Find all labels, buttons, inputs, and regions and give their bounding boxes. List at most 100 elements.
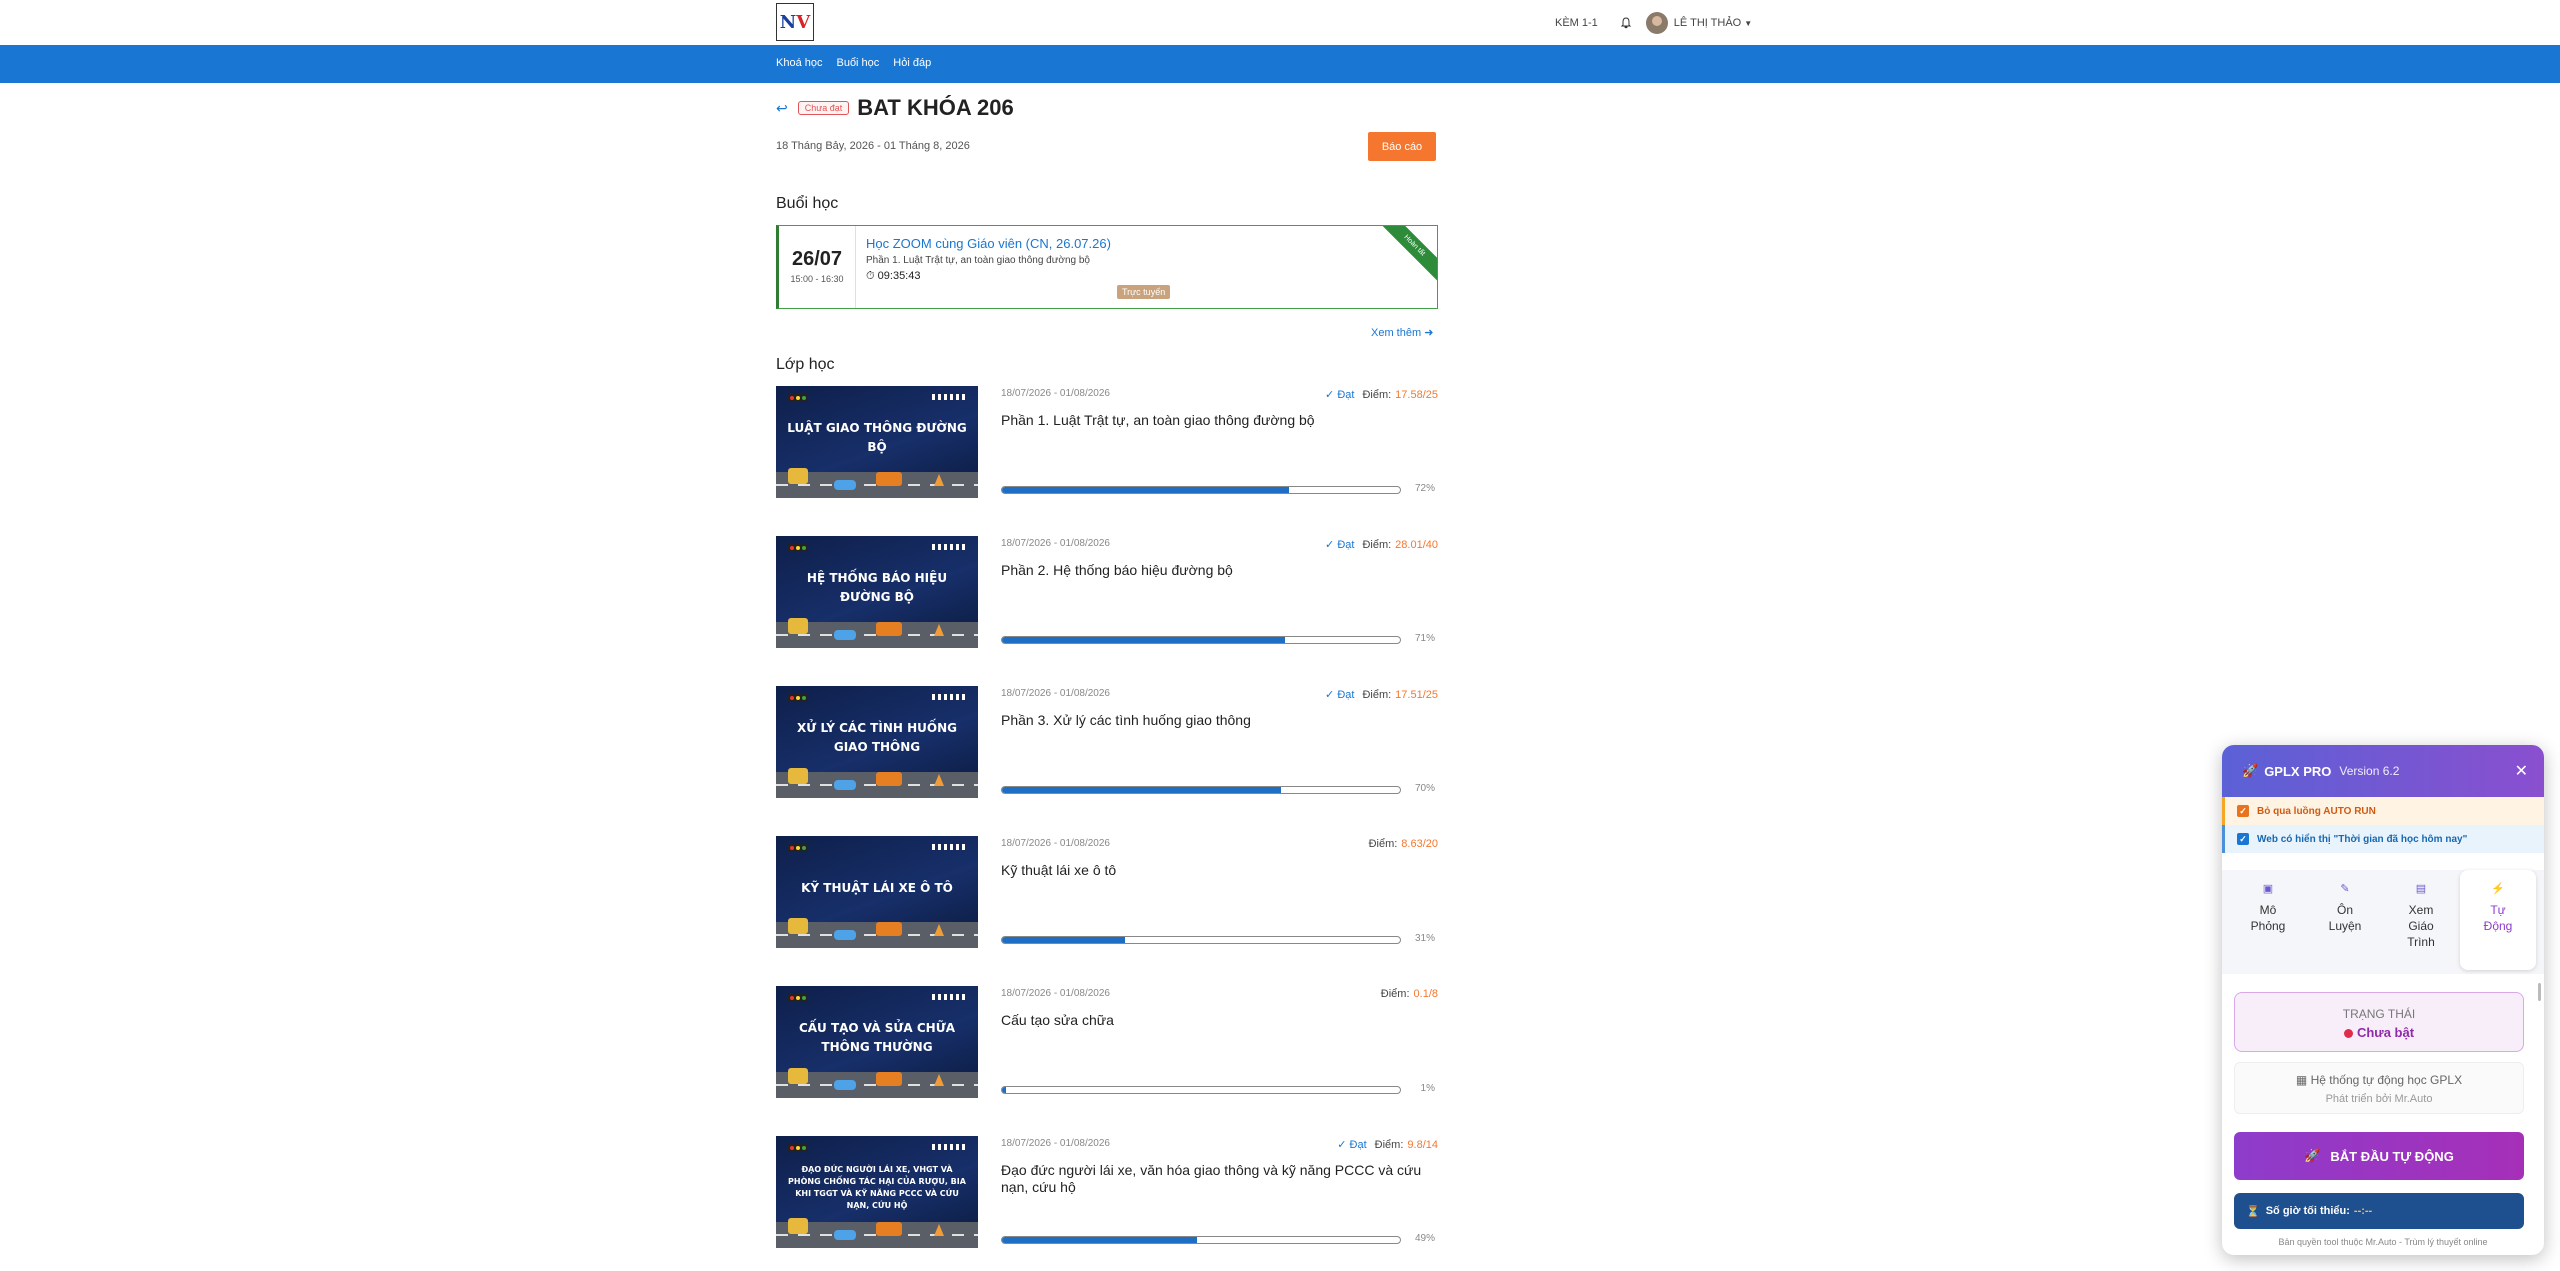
traffic-light-icon — [788, 694, 808, 702]
option-show-time[interactable]: ✓ Web có hiển thị "Thời gian đã học hôm … — [2222, 825, 2544, 853]
truck-icon — [788, 918, 808, 934]
chevron-down-icon[interactable]: ▼ — [1744, 19, 1752, 28]
avatar[interactable] — [1645, 12, 1668, 34]
cone-icon — [934, 474, 944, 486]
status-label: TRẠNG THÁI — [2342, 1007, 2416, 1021]
class-title[interactable]: Phần 2. Hệ thống báo hiệu đường bộ — [1001, 562, 1431, 579]
simulation-icon: ▣ — [2262, 883, 2274, 895]
tab-simulation-label: Mô Phỏng — [2250, 903, 2286, 933]
bus-icon — [876, 772, 902, 786]
cone-icon — [934, 1074, 944, 1086]
class-title[interactable]: Kỹ thuật lái xe ô tô — [1001, 862, 1431, 879]
class-row[interactable]: Đạo đức người lái xe, VHGT và phòng chốn… — [776, 1136, 1438, 1248]
class-thumbnail[interactable]: Luật giao thông đường bộ — [776, 386, 978, 498]
class-thumbnail-text: Hệ thống báo hiệu đường bộ — [806, 571, 948, 604]
tab-auto-label: Tự Động — [2483, 903, 2513, 933]
status-badge: Chưa đạt — [797, 101, 850, 115]
class-title[interactable]: Đạo đức người lái xe, văn hóa giao thông… — [1001, 1162, 1431, 1196]
tab-practice[interactable]: ✎ Ôn Luyện — [2307, 870, 2383, 970]
see-more-link[interactable]: Xem thêm ➜ — [1371, 326, 1433, 339]
class-thumbnail-text: Đạo đức người lái xe, VHGT và phòng chốn… — [788, 1165, 966, 1210]
bus-icon — [876, 1072, 902, 1086]
class-progress-bar — [1001, 636, 1401, 644]
pass-status: ✓ Đạt — [1325, 388, 1354, 401]
bus-icon — [876, 472, 902, 486]
car-icon — [834, 630, 856, 640]
check-icon: ✓ — [1325, 539, 1335, 551]
check-icon: ✓ — [1325, 689, 1335, 701]
book-icon: ▤ — [2415, 883, 2427, 895]
pass-status: ✓ Đạt — [1325, 538, 1354, 551]
traffic-light-icon — [788, 544, 808, 552]
class-date: 18/07/2026 - 01/08/2026 — [1001, 1138, 1110, 1149]
class-progress-percent: 1% — [1420, 1083, 1435, 1094]
class-progress-fill — [1002, 637, 1285, 643]
option-skip-autorun[interactable]: ✓ Bỏ qua luồng AUTO RUN — [2222, 797, 2544, 825]
tab-auto[interactable]: ⚡ Tự Động — [2460, 870, 2536, 970]
min-hours-label: Số giờ tối thiểu: — [2265, 1205, 2350, 1217]
traffic-light-icon — [788, 1144, 808, 1152]
panel-scrollbar[interactable] — [2538, 983, 2541, 1001]
class-thumbnail[interactable]: Kỹ thuật lái xe ô tô — [776, 836, 978, 948]
score-label: Điểm: — [1362, 538, 1392, 551]
score-value: 17.58/25 — [1395, 388, 1438, 401]
score-label: Điểm: — [1368, 838, 1398, 850]
class-thumbnail[interactable]: Đạo đức người lái xe, VHGT và phòng chốn… — [776, 1136, 978, 1248]
session-date-box: 26/07 15:00 - 16:30 — [779, 226, 856, 308]
min-hours-bar: ⏳ Số giờ tối thiểu: --:-- — [2234, 1193, 2524, 1229]
top-bar: NV KÈM 1-1 LÊ THỊ THẢO ▼ — [0, 0, 2560, 45]
checkbox-skip-autorun[interactable]: ✓ — [2237, 805, 2249, 817]
cone-icon — [934, 774, 944, 786]
class-thumbnail[interactable]: Hệ thống báo hiệu đường bộ — [776, 536, 978, 648]
stripes-decoration — [932, 694, 966, 700]
traffic-light-icon — [788, 844, 808, 852]
class-title[interactable]: Phần 3. Xử lý các tình huống giao thông — [1001, 712, 1431, 729]
option-skip-autorun-label: Bỏ qua luồng AUTO RUN — [2257, 805, 2376, 817]
session-card[interactable]: 26/07 15:00 - 16:30 Học ZOOM cùng Giáo v… — [776, 225, 1438, 309]
pass-label: Đạt — [1337, 539, 1355, 551]
bell-icon[interactable] — [1620, 17, 1632, 29]
class-row[interactable]: Cấu tạo và sửa chữa thông thường 18/07/20… — [776, 986, 1438, 1098]
session-duration-value: 09:35:43 — [877, 270, 921, 282]
site-logo[interactable]: NV — [776, 3, 814, 41]
class-score: Điểm: 0.1/8 — [1381, 988, 1438, 1000]
car-icon — [834, 930, 856, 940]
back-arrow-icon[interactable]: ↩ — [776, 100, 788, 117]
class-progress-percent: 70% — [1414, 783, 1435, 794]
stripes-decoration — [932, 544, 966, 550]
session-title[interactable]: Học ZOOM cùng Giáo viên (CN, 26.07.26) — [866, 236, 1111, 251]
session-subtitle: Phần 1. Luật Trật tự, an toàn giao thông… — [866, 255, 1090, 266]
nav-item-sessions[interactable]: Buổi học — [836, 57, 879, 69]
class-progress-fill — [1002, 1087, 1006, 1093]
class-row[interactable]: Hệ thống báo hiệu đường bộ 18/07/2026 - 0… — [776, 536, 1438, 648]
user-name[interactable]: LÊ THỊ THẢO — [1674, 17, 1741, 29]
start-auto-button[interactable]: 🚀 BẮT ĐẦU TỰ ĐỘNG — [2234, 1132, 2524, 1180]
truck-icon — [788, 1068, 808, 1084]
checkbox-show-time[interactable]: ✓ — [2237, 833, 2249, 845]
status-dot-icon — [2343, 1029, 2353, 1038]
tab-textbook[interactable]: ▤ Xem Giáo Trình — [2383, 870, 2459, 970]
tab-simulation[interactable]: ▣ Mô Phỏng — [2230, 870, 2306, 970]
nav-item-qa[interactable]: Hỏi đáp — [893, 57, 931, 69]
kem-link[interactable]: KÈM 1-1 — [1555, 17, 1598, 29]
class-thumbnail[interactable]: Cấu tạo và sửa chữa thông thường — [776, 986, 978, 1098]
score-value: 8.63/20 — [1401, 838, 1438, 850]
class-date: 18/07/2026 - 01/08/2026 — [1001, 538, 1110, 549]
nav-item-courses[interactable]: Khoá học — [776, 57, 822, 69]
class-progress-percent: 31% — [1414, 933, 1435, 944]
class-title[interactable]: Phần 1. Luật Trật tự, an toàn giao thông… — [1001, 412, 1431, 429]
class-row[interactable]: Xử lý các tình huống giao thông 18/07/202… — [776, 686, 1438, 798]
session-time: 15:00 - 16:30 — [790, 274, 844, 284]
system-title-row: ▦ Hệ thống tự động học GPLX — [2235, 1073, 2523, 1087]
report-button[interactable]: Báo cáo — [1368, 132, 1436, 161]
class-title[interactable]: Cấu tạo sửa chữa — [1001, 1012, 1431, 1029]
session-date: 26/07 — [791, 248, 843, 270]
stripes-decoration — [932, 394, 966, 400]
class-row[interactable]: Luật giao thông đường bộ 18/07/2026 - 01/… — [776, 386, 1438, 498]
close-icon[interactable]: ✕ — [2515, 761, 2528, 781]
lightning-icon: ⚡ — [2491, 883, 2505, 895]
course-header: ↩ Chưa đạt BAT KHÓA 206 — [776, 95, 1014, 121]
course-date-range: 18 Tháng Bảy, 2026 - 01 Tháng 8, 2026 — [776, 140, 970, 152]
class-thumbnail[interactable]: Xử lý các tình huống giao thông — [776, 686, 978, 798]
class-row[interactable]: Kỹ thuật lái xe ô tô 18/07/2026 - 01/08/2… — [776, 836, 1438, 948]
